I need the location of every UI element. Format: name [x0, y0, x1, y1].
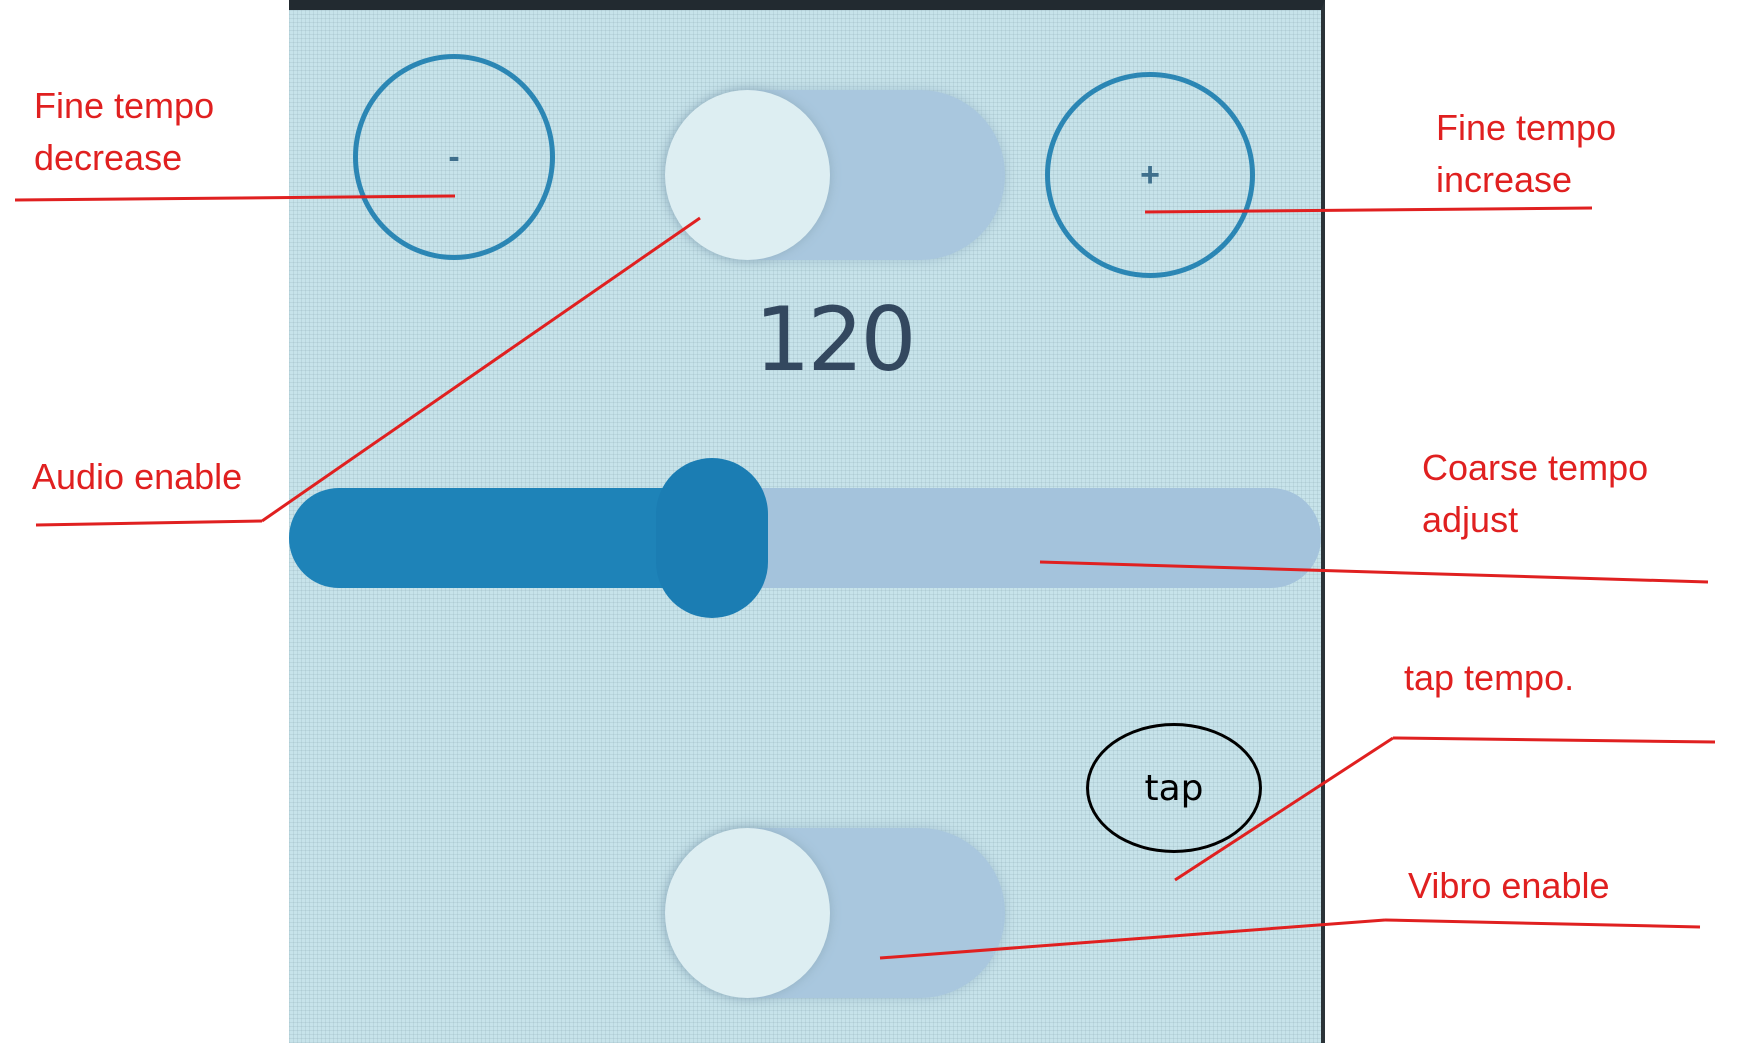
- toggle-knob: [665, 828, 830, 998]
- tap-label: tap: [1144, 767, 1204, 809]
- annotation-fine-increase: Fine tempo increase: [1436, 107, 1617, 200]
- annotation-coarse-adjust: Coarse tempo adjust: [1422, 447, 1649, 540]
- vibro-enable-pointer: [1384, 918, 1701, 929]
- vibro-enable-toggle[interactable]: [665, 828, 1005, 998]
- annotation-tap-tempo: tap tempo.: [1404, 657, 1575, 698]
- audio-enable-pointer: [35, 519, 263, 527]
- device-screen: - + 120: [289, 0, 1325, 1043]
- toggle-knob: [665, 90, 830, 260]
- slider-thumb[interactable]: [656, 458, 768, 618]
- slider-fill: [289, 488, 712, 588]
- coarse-tempo-slider[interactable]: [289, 458, 1321, 618]
- minus-icon: -: [448, 137, 460, 176]
- audio-enable-toggle[interactable]: [665, 90, 1005, 260]
- annotation-audio-enable: Audio enable: [32, 456, 243, 497]
- tap-tempo-button[interactable]: tap: [1086, 723, 1262, 853]
- tempo-value: 120: [754, 288, 917, 391]
- fine-tempo-increase-button[interactable]: +: [1045, 72, 1255, 278]
- annotation-vibro-enable: Vibro enable: [1408, 865, 1610, 906]
- plus-icon: +: [1140, 155, 1160, 194]
- fine-tempo-decrease-button[interactable]: -: [353, 54, 555, 260]
- tap-tempo-pointer: [1392, 736, 1716, 744]
- annotation-fine-decrease: Fine tempo decrease: [34, 85, 215, 178]
